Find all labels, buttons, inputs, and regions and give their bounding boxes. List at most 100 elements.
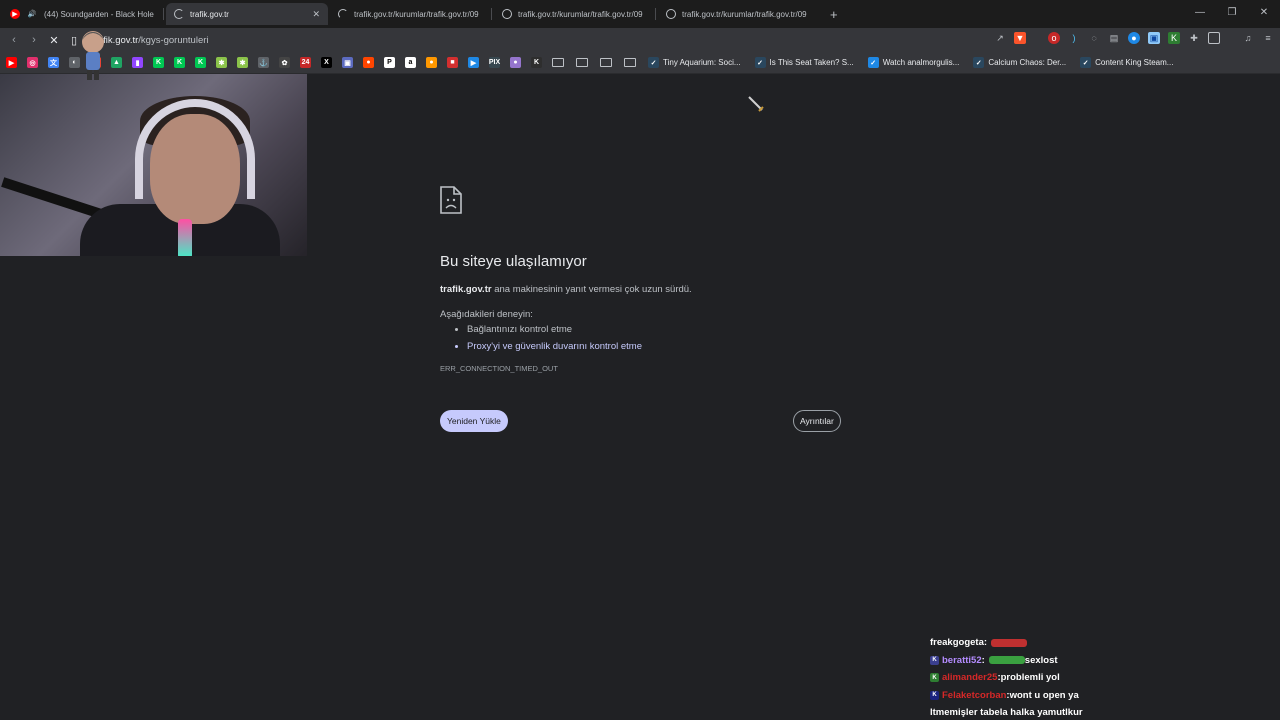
bookmark-link[interactable]: ✓ Is This Seat Taken? S... [754, 57, 854, 68]
media-icon[interactable]: ♫ [1242, 32, 1254, 44]
bookmark-folder-icon[interactable] [576, 58, 588, 67]
tab-soundgarden[interactable]: ▶ 🔊 (44) Soundgarden - Black Hole S [2, 3, 164, 25]
close-tab-icon[interactable]: ✕ [312, 9, 320, 20]
wave-icon[interactable]: ) [1068, 32, 1080, 44]
twitch-bookmark-icon[interactable]: ▮ [132, 57, 143, 68]
bookmark-link[interactable]: ✓ Watch analmorgulis... [867, 57, 959, 68]
tab-title: (44) Soundgarden - Black Hole S [44, 9, 156, 19]
drive-bookmark-icon[interactable]: ▲ [111, 57, 122, 68]
suggestion-check-proxy-link[interactable]: Proxy'yi ve güvenlik duvarını kontrol et… [467, 341, 840, 352]
chat-message: Kberatti52 : sexlost [930, 652, 1280, 670]
chat-message: K Felaketcorban : wont u open ya [930, 687, 1280, 705]
minimize-button[interactable]: — [1184, 0, 1216, 28]
forward-button[interactable]: › [24, 34, 44, 46]
speaker-icon[interactable]: 🔊 [26, 9, 38, 19]
translate-bookmark-icon[interactable]: 文 [48, 57, 59, 68]
webcam-overlay [0, 74, 307, 256]
tab-trafik-active[interactable]: trafik.gov.tr ✕ [166, 3, 328, 25]
bookmark-folder-icon[interactable] [600, 58, 612, 67]
toolbar: ‹ › ✕ ▯ trafik.gov.tr/kgys-goruntuleri ↗… [0, 28, 1280, 52]
stop-loading-button[interactable]: ✕ [44, 34, 64, 47]
broken-page-icon [440, 186, 462, 214]
x-bookmark-icon[interactable]: X [321, 57, 332, 68]
app-bookmark-icon[interactable]: ■ [447, 57, 458, 68]
close-window-button[interactable]: ✕ [1248, 0, 1280, 28]
app-bookmark-icon[interactable]: PIX [489, 57, 500, 68]
cursor-icon [748, 96, 764, 112]
extension-icon[interactable]: ▣ [1148, 32, 1160, 44]
kick-bookmark-icon[interactable]: K [195, 57, 206, 68]
youtube-bookmark-icon[interactable]: ▶ [6, 57, 17, 68]
extension-icon[interactable]: ◌ [1088, 32, 1100, 44]
globe-icon [666, 9, 676, 19]
chat-badge-icon: K [930, 690, 939, 700]
error-title: Bu siteye ulaşılamıyor [440, 253, 587, 270]
error-message: trafik.gov.tr ana makinesinin yanıt verm… [440, 284, 692, 295]
kick-bookmark-icon[interactable]: K [153, 57, 164, 68]
extension-icon[interactable]: ● [1128, 32, 1140, 44]
kick-bookmark-icon[interactable]: K [174, 57, 185, 68]
chat-badge-icon: K [930, 655, 939, 665]
chat-username: beratti52 [942, 654, 982, 666]
suggestion-list: Bağlantınızı kontrol etme Proxy'yi ve gü… [440, 324, 840, 352]
brave-shield-icon[interactable]: ▼ [1014, 32, 1026, 44]
bookmark-link[interactable]: ✓ Calcium Chaos: Der... [973, 57, 1066, 68]
instagram-bookmark-icon[interactable]: ◎ [27, 57, 38, 68]
back-button[interactable]: ‹ [4, 34, 24, 46]
url-path: /kgys-goruntuleri [138, 34, 209, 46]
sidebar-icon[interactable] [1208, 32, 1220, 44]
bookmark-folder-icon[interactable] [552, 58, 564, 67]
loading-spinner-icon [338, 9, 348, 19]
chat-message: ltmemişler tabela halka yamutlkur [930, 704, 1280, 720]
chat-message: freakgogeta : [930, 634, 1280, 652]
app-bookmark-icon[interactable]: ✿ [279, 57, 290, 68]
chat-text: sexlost [1024, 654, 1058, 666]
chat-emote [991, 638, 1028, 647]
suggestion-check-connection: Bağlantınızı kontrol etme [467, 324, 840, 335]
bookmark-folder-icon[interactable] [624, 58, 636, 67]
bookmark-link[interactable]: ✓ Content King Steam... [1080, 57, 1173, 68]
tab-strip: ▶ 🔊 (44) Soundgarden - Black Hole S traf… [0, 0, 1280, 28]
app-bookmark-icon[interactable]: ● [510, 57, 521, 68]
kick-bookmark-icon[interactable]: K [531, 57, 542, 68]
app-bookmark-icon[interactable]: 24 [300, 57, 311, 68]
tab-trafik-kurumlar-2[interactable]: trafik.gov.tr/kurumlar/trafik.gov.tr/09 [494, 3, 656, 25]
steam-icon: ✓ [867, 57, 879, 68]
reddit-bookmark-icon[interactable]: ● [363, 57, 374, 68]
chat-text: wont u open ya [1009, 689, 1079, 701]
chat-text: problemli yol [1000, 672, 1060, 684]
chat-emote [988, 656, 1025, 665]
new-tab-button[interactable]: + [830, 7, 838, 22]
extension-icon[interactable]: ▤ [1108, 32, 1120, 44]
chat-text: ltmemişler tabela halka yamutlkur [930, 707, 1083, 719]
kick-extension-icon[interactable]: K [1168, 32, 1180, 44]
patreon-bookmark-icon[interactable]: P [384, 57, 395, 68]
menu-icon[interactable]: ≡ [1262, 32, 1274, 44]
try-heading: Aşağıdakileri deneyin: [440, 309, 533, 320]
details-button[interactable]: Ayrıntılar [793, 410, 841, 432]
share-icon[interactable]: ↗ [994, 32, 1006, 44]
tab-trafik-kurumlar-3[interactable]: trafik.gov.tr/kurumlar/trafik.gov.tr/09 [658, 3, 820, 25]
reload-button[interactable]: Yeniden Yükle [440, 410, 508, 432]
chat-username: freakgogeta [930, 637, 984, 649]
chat-badge-icon: K [930, 673, 939, 683]
bookmark-label: Tiny Aquarium: Soci... [663, 58, 741, 67]
error-host: trafik.gov.tr [440, 284, 492, 295]
app-bookmark-icon[interactable]: ▣ [342, 57, 353, 68]
anchor-bookmark-icon[interactable]: ⚓ [258, 57, 269, 68]
steam-icon: ✓ [754, 57, 766, 68]
ublock-icon[interactable]: o [1048, 32, 1060, 44]
window-controls: — ❐ ✕ [1184, 0, 1280, 28]
chat-username: alimander25 [942, 672, 998, 684]
app-bookmark-icon[interactable]: ● [426, 57, 437, 68]
app-bookmark-icon[interactable]: ▶ [468, 57, 479, 68]
tab-title: trafik.gov.tr [190, 9, 229, 19]
tab-trafik-kurumlar-1[interactable]: trafik.gov.tr/kurumlar/trafik.gov.tr/09 [330, 3, 492, 25]
app-bookmark-icon[interactable]: ✱ [216, 57, 227, 68]
app-bookmark-icon[interactable]: ✱ [237, 57, 248, 68]
bookmark-link[interactable]: ✓ Tiny Aquarium: Soci... [648, 57, 741, 68]
maximize-button[interactable]: ❐ [1216, 0, 1248, 28]
address-bar[interactable]: trafik.gov.tr/kgys-goruntuleri [92, 35, 209, 46]
extensions-puzzle-icon[interactable]: ✚ [1188, 32, 1200, 44]
amazon-bookmark-icon[interactable]: a [405, 57, 416, 68]
